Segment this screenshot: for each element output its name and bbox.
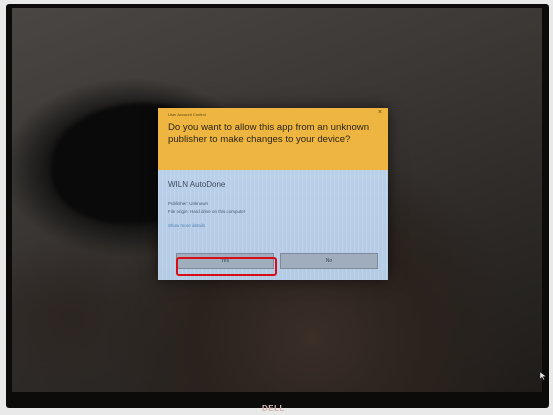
no-button[interactable]: No <box>280 253 378 269</box>
show-more-details-link[interactable]: Show more details <box>168 223 205 228</box>
origin-line: File origin: Hard drive on this computer <box>168 209 246 214</box>
monitor-logo: DELL <box>262 404 285 413</box>
app-name: WILN AutoDone <box>168 180 226 189</box>
yes-button-highlight <box>176 257 277 276</box>
close-icon[interactable]: × <box>378 109 382 116</box>
photo-background: User Account Control × Do you want to al… <box>0 0 553 415</box>
publisher-line: Publisher: Unknown <box>168 201 209 206</box>
dialog-question: Do you want to allow this app from an un… <box>168 122 370 145</box>
dialog-header: User Account Control × Do you want to al… <box>158 108 388 170</box>
dialog-caption: User Account Control <box>168 112 206 117</box>
uac-dialog: User Account Control × Do you want to al… <box>158 108 388 280</box>
mouse-cursor-icon <box>540 372 547 380</box>
